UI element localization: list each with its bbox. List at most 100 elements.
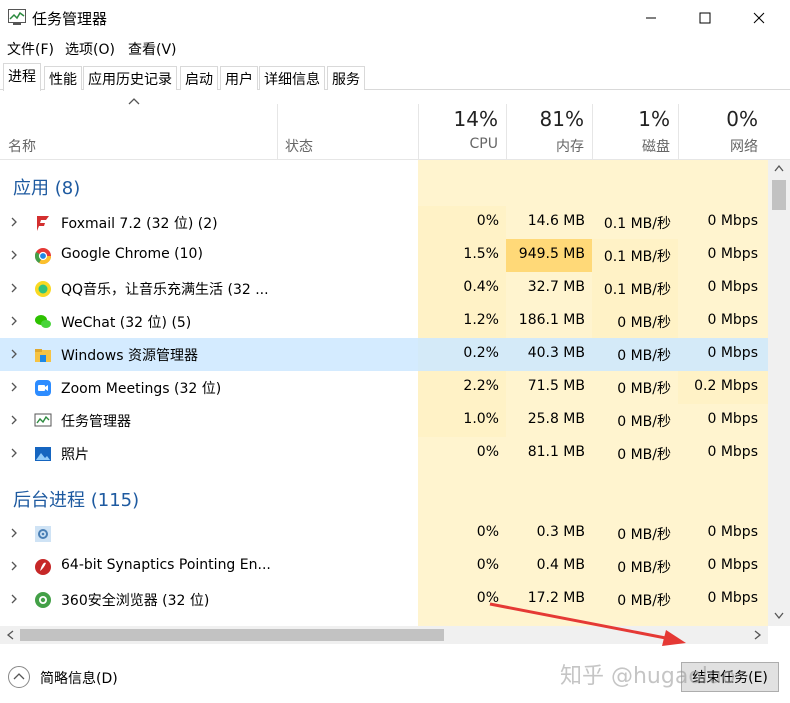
memory-value: 0.4 MB: [536, 557, 585, 573]
scroll-up-icon[interactable]: [774, 164, 784, 172]
task-manager-app-icon: [8, 9, 26, 25]
disk-value: 0 MB/秒: [617, 527, 671, 543]
table-row[interactable]: Google Chrome (10) 1.5% 949.5 MB 0.1 MB/秒 0 …: [0, 239, 768, 272]
tab-users[interactable]: 用户: [220, 66, 258, 90]
table-row[interactable]: Foxmail 7.2 (32 位) (2) 0% 14.6 MB 0.1 MB/秒 0…: [0, 206, 768, 239]
qqmusic-icon: [34, 280, 52, 298]
chevron-right-icon[interactable]: [10, 316, 18, 326]
process-name: 360安全浏览器 (32 位): [61, 593, 210, 609]
disk-total[interactable]: 1%: [592, 107, 670, 131]
column-divider[interactable]: [418, 104, 419, 160]
fewer-details-label[interactable]: 简略信息(D): [40, 668, 118, 688]
menu-view[interactable]: 查看(V): [128, 39, 177, 59]
disk-value: 0 MB/秒: [617, 447, 671, 463]
close-icon: [753, 12, 765, 24]
disk-value: 0.1 MB/秒: [603, 282, 671, 298]
table-row[interactable]: WeChat (32 位) (5) 1.2% 186.1 MB 0 MB/秒 0 Mbp…: [0, 305, 768, 338]
task-manager-icon: [34, 412, 52, 430]
process-name: Windows 资源管理器: [61, 348, 198, 364]
chevron-right-icon[interactable]: [10, 217, 18, 227]
process-name: 照片: [61, 447, 89, 463]
chevron-right-icon[interactable]: [10, 594, 18, 604]
vertical-scrollbar[interactable]: [768, 160, 790, 626]
disk-value: 0 MB/秒: [617, 414, 671, 430]
network-value: 0 Mbps: [707, 524, 758, 540]
cpu-value: 1.0%: [463, 411, 499, 427]
vertical-scroll-thumb[interactable]: [772, 180, 786, 210]
memory-value: 32.7 MB: [527, 279, 585, 295]
disk-value: 0.1 MB/秒: [603, 249, 671, 265]
chevron-right-icon[interactable]: [10, 250, 18, 260]
table-row[interactable]: 0% 0.3 MB 0 MB/秒 0 Mbps: [0, 517, 768, 550]
network-total[interactable]: 0%: [678, 107, 758, 131]
network-value: 0 Mbps: [707, 246, 758, 262]
chevron-right-icon[interactable]: [10, 561, 18, 571]
tab-bar: 进程 性能 应用历史记录 启动 用户 详细信息 服务: [0, 62, 790, 91]
close-button[interactable]: [736, 0, 782, 36]
column-name[interactable]: 名称: [8, 136, 36, 156]
group-apps[interactable]: 应用 (8): [13, 174, 80, 200]
table-row[interactable]: 64-bit Synaptics Pointing En... 0% 0.4 MB 0…: [0, 550, 768, 583]
chevron-right-icon[interactable]: [10, 382, 18, 392]
chevron-right-icon[interactable]: [10, 349, 18, 359]
tab-performance[interactable]: 性能: [44, 66, 82, 90]
title-bar: 任务管理器: [0, 0, 790, 36]
minimize-button[interactable]: [628, 0, 674, 36]
maximize-icon: [699, 12, 711, 24]
menu-file[interactable]: 文件(F): [7, 39, 54, 59]
table-row[interactable]: Zoom Meetings (32 位) 2.2% 71.5 MB 0 MB/秒 0.2…: [0, 371, 768, 404]
scroll-down-icon[interactable]: [774, 612, 784, 620]
table-row[interactable]: 照片 0% 81.1 MB 0 MB/秒 0 Mbps: [0, 437, 768, 470]
minimize-icon: [646, 17, 656, 19]
memory-total[interactable]: 81%: [506, 107, 584, 131]
table-row[interactable]: 任务管理器 1.0% 25.8 MB 0 MB/秒 0 Mbps: [0, 404, 768, 437]
column-status[interactable]: 状态: [285, 136, 313, 156]
fewer-details-button[interactable]: [8, 666, 30, 688]
scroll-right-icon[interactable]: [754, 630, 762, 640]
tab-services[interactable]: 服务: [327, 66, 365, 90]
process-name: Google Chrome (10): [61, 246, 203, 262]
scroll-left-icon[interactable]: [6, 630, 14, 640]
disk-value: 0 MB/秒: [617, 381, 671, 397]
chevron-right-icon[interactable]: [10, 283, 18, 293]
chevron-up-icon: [13, 673, 25, 680]
tab-processes[interactable]: 进程: [3, 63, 41, 91]
table-row[interactable]: QQ音乐，让音乐充满生活 (32 ... 0.4% 32.7 MB 0.1 MB/秒 0…: [0, 272, 768, 305]
zoom-icon: [34, 379, 52, 397]
cpu-total[interactable]: 14%: [420, 107, 498, 131]
tab-details[interactable]: 详细信息: [259, 66, 325, 90]
explorer-icon: [34, 346, 52, 364]
process-name: QQ音乐，让音乐充满生活 (32 ...: [61, 282, 269, 298]
maximize-button[interactable]: [682, 0, 728, 36]
table-row[interactable]: Windows 资源管理器 0.2% 40.3 MB 0 MB/秒 0 Mbps: [0, 338, 768, 371]
horizontal-scroll-thumb[interactable]: [20, 629, 444, 641]
network-value: 0 Mbps: [707, 279, 758, 295]
gear-icon: [34, 525, 52, 543]
column-divider[interactable]: [277, 104, 278, 160]
cpu-value: 1.2%: [463, 312, 499, 328]
browser360-icon: [34, 591, 52, 609]
chevron-right-icon[interactable]: [10, 415, 18, 425]
column-network[interactable]: 网络: [678, 136, 758, 156]
menu-options[interactable]: 选项(O): [65, 39, 115, 59]
chevron-right-icon[interactable]: [10, 448, 18, 458]
menu-bar: 文件(F) 选项(O) 查看(V): [0, 36, 790, 60]
column-memory[interactable]: 内存: [506, 136, 584, 156]
chevron-right-icon[interactable]: [10, 528, 18, 538]
network-value: 0 Mbps: [707, 411, 758, 427]
network-value: 0.2 Mbps: [694, 378, 758, 394]
cpu-value: 0%: [476, 444, 499, 460]
column-cpu[interactable]: CPU: [420, 136, 498, 152]
network-value: 0 Mbps: [707, 345, 758, 361]
cpu-value: 0%: [476, 213, 499, 229]
tab-app-history[interactable]: 应用历史记录: [83, 66, 177, 90]
memory-value: 25.8 MB: [527, 411, 585, 427]
annotation-arrow-icon: [489, 602, 686, 646]
tab-startup[interactable]: 启动: [180, 66, 218, 90]
foxmail-icon: [34, 214, 52, 232]
cpu-value: 0.4%: [463, 279, 499, 295]
watermark: 知乎 @hugaoluo: [560, 664, 736, 689]
group-background[interactable]: 后台进程 (115): [13, 486, 139, 512]
column-disk[interactable]: 磁盘: [592, 136, 670, 156]
disk-value: 0.1 MB/秒: [603, 216, 671, 232]
